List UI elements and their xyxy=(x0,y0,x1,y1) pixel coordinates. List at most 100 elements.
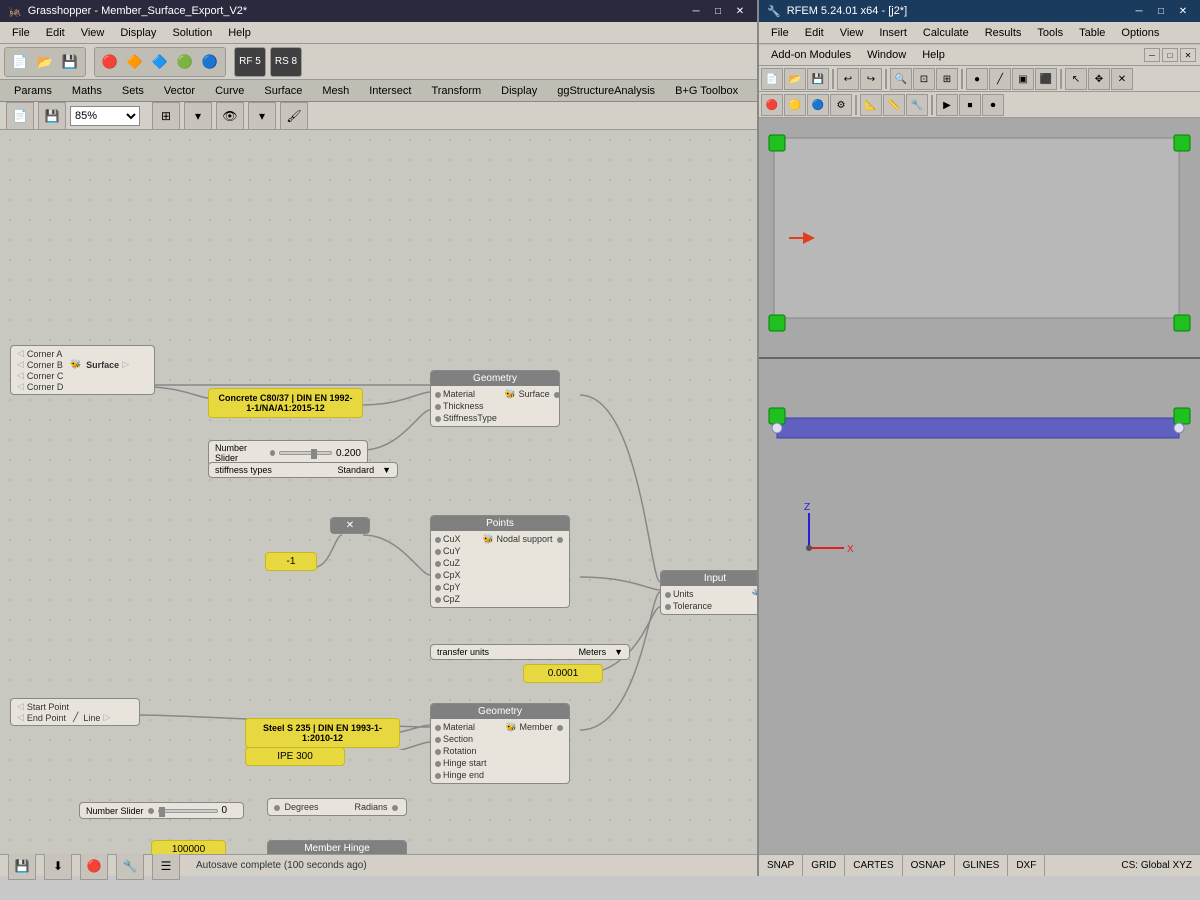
tab-maths[interactable]: Maths xyxy=(62,83,112,99)
paint-btn[interactable]: 🖌 xyxy=(280,102,308,130)
rfem-tb-fit[interactable]: ⊡ xyxy=(913,68,935,90)
rfem-addon-menu[interactable]: Add-on Modules xyxy=(763,47,859,63)
rfem-tb-node[interactable]: ● xyxy=(966,68,988,90)
neg-one-node[interactable]: -1 xyxy=(265,552,317,571)
new-btn[interactable]: 📄 xyxy=(8,50,32,74)
rfem-menu-results[interactable]: Results xyxy=(977,25,1030,41)
save-btn[interactable]: 💾 xyxy=(58,50,82,74)
rfem-tb2-4[interactable]: ⚙ xyxy=(830,94,852,116)
status-icon5[interactable]: ☰ xyxy=(152,852,180,880)
canvas-new-btn[interactable]: 📄 xyxy=(6,102,34,130)
status-icon2[interactable]: ⬇ xyxy=(44,852,72,880)
rfem-menu-options[interactable]: Options xyxy=(1113,25,1167,41)
rfem-tb2-10[interactable]: ⏺ xyxy=(982,94,1004,116)
canvas-save-btn[interactable]: 💾 xyxy=(38,102,66,130)
eye-dropdown-btn[interactable]: ▾ xyxy=(248,102,276,130)
concrete-material-node[interactable]: Concrete C80/37 | DIN EN 1992-1-1/NA/A1:… xyxy=(208,388,363,418)
stiffness-arrow[interactable]: ▼ xyxy=(382,465,391,475)
status-icon3[interactable]: 🔴 xyxy=(80,852,108,880)
nodal-support-node[interactable]: Points CuX CuY CuZ CpX CpY CpZ xyxy=(430,515,570,608)
geometry-member-node[interactable]: Geometry Material Section Rotation Hinge… xyxy=(430,703,570,784)
tab-intersect[interactable]: Intersect xyxy=(359,83,421,99)
tab-params[interactable]: Params xyxy=(4,83,62,99)
rfem-sub-restore[interactable]: □ xyxy=(1162,48,1178,62)
tb-icon5[interactable]: 🔵 xyxy=(198,50,222,74)
zoom-select[interactable]: 85% 100% 75% 50% xyxy=(70,106,140,126)
rfem-viewport[interactable]: Z X xyxy=(759,118,1200,854)
rfem-snap-btn[interactable]: SNAP xyxy=(759,855,803,876)
rfem-tb-zoom[interactable]: 🔍 xyxy=(890,68,912,90)
rfem-tb2-8[interactable]: ▶ xyxy=(936,94,958,116)
rfem-tb2-3[interactable]: 🔵 xyxy=(807,94,829,116)
open-btn[interactable]: 📂 xyxy=(33,50,57,74)
rfem-tb-3d[interactable]: ⊞ xyxy=(936,68,958,90)
rfem-glines-btn[interactable]: GLINES xyxy=(955,855,1009,876)
rfem-tb-line[interactable]: ╱ xyxy=(989,68,1011,90)
geometry-surface-node[interactable]: Geometry Material Thickness StiffnessTyp… xyxy=(430,370,560,427)
tb-icon4[interactable]: 🟢 xyxy=(173,50,197,74)
rfem-help-menu[interactable]: Help xyxy=(914,47,953,63)
snap-dropdown-btn[interactable]: ▾ xyxy=(184,102,212,130)
rfem-close-btn[interactable]: ✕ xyxy=(1174,3,1192,19)
rfem-tb2-6[interactable]: 📏 xyxy=(883,94,905,116)
rf5-btn[interactable]: RF 5 xyxy=(238,50,262,74)
rfem-dxf-btn[interactable]: DXF xyxy=(1008,855,1045,876)
rfem-tb-save[interactable]: 💾 xyxy=(807,68,829,90)
rfem-menu-tools[interactable]: Tools xyxy=(1029,25,1071,41)
ipe-node[interactable]: IPE 300 xyxy=(245,747,345,766)
rfem-menu-calc[interactable]: Calculate xyxy=(915,25,977,41)
rfem-menu-file[interactable]: File xyxy=(763,25,797,41)
member-hinge-node[interactable]: Member Hinge CuX CuY CuZ CpX CpY CpZ xyxy=(267,840,407,854)
rfem-tb2-7[interactable]: 🔧 xyxy=(906,94,928,116)
rfem-tb-delete[interactable]: ✕ xyxy=(1111,68,1133,90)
rfem-menu-insert[interactable]: Insert xyxy=(871,25,915,41)
stiffness-types-node[interactable]: stiffness types Standard ▼ xyxy=(208,462,398,478)
rfem-cartes-btn[interactable]: CARTES xyxy=(845,855,902,876)
rfem-window-menu[interactable]: Window xyxy=(859,47,914,63)
tab-bg[interactable]: B+G Toolbox xyxy=(665,83,748,99)
rfem-tb-surface[interactable]: ▣ xyxy=(1012,68,1034,90)
gh-close-btn[interactable]: ✕ xyxy=(731,3,749,19)
status-icon1[interactable]: 💾 xyxy=(8,852,36,880)
slider2-track[interactable] xyxy=(158,809,218,813)
tab-gg[interactable]: ggStructureAnalysis xyxy=(547,83,665,99)
rfem-tb-solid[interactable]: ⬛ xyxy=(1035,68,1057,90)
rfem-tb-redo[interactable]: ↪ xyxy=(860,68,882,90)
rfem-maximize-btn[interactable]: □ xyxy=(1152,3,1170,19)
rfem-osnap-btn[interactable]: OSNAP xyxy=(903,855,955,876)
tb-icon3[interactable]: 🔷 xyxy=(148,50,172,74)
corner-node[interactable]: ◁ Corner A ◁ Corner B 🐝 Surface ▷ ◁ Corn… xyxy=(10,345,155,395)
xmark-node[interactable]: ✕ xyxy=(330,517,370,534)
rfem-tb-new[interactable]: 📄 xyxy=(761,68,783,90)
slider1-track[interactable] xyxy=(279,451,332,455)
rfem-tb-open[interactable]: 📂 xyxy=(784,68,806,90)
steel-material-node[interactable]: Steel S 235 | DIN EN 1993-1-1:2010-12 xyxy=(245,718,400,748)
line-node[interactable]: ◁ Start Point ◁ End Point ╱ Line ▷ xyxy=(10,698,140,726)
rfem-tb2-2[interactable]: 🟡 xyxy=(784,94,806,116)
gh-maximize-btn[interactable]: □ xyxy=(709,3,727,19)
tab-curve[interactable]: Curve xyxy=(205,83,254,99)
input-node[interactable]: Input Units Tolerance 🔧 xyxy=(660,570,757,615)
menu-edit[interactable]: Edit xyxy=(38,25,73,41)
menu-display[interactable]: Display xyxy=(112,25,164,41)
tab-puffe[interactable]: Puffe xyxy=(748,83,757,99)
tb-icon2[interactable]: 🔶 xyxy=(123,50,147,74)
tb-icon1[interactable]: 🔴 xyxy=(98,50,122,74)
eye-btn[interactable]: 👁 xyxy=(216,102,244,130)
rs8-btn[interactable]: RS 8 xyxy=(274,50,298,74)
menu-view[interactable]: View xyxy=(73,25,113,41)
transfer-units-node[interactable]: transfer units Meters ▼ xyxy=(430,644,630,660)
rfem-tb-move[interactable]: ✥ xyxy=(1088,68,1110,90)
tab-vector[interactable]: Vector xyxy=(154,83,205,99)
value-100000-node[interactable]: 100000 xyxy=(151,840,226,854)
snap-btn[interactable]: ⊞ xyxy=(152,102,180,130)
rfem-tb-select[interactable]: ↖ xyxy=(1065,68,1087,90)
transfer-units-arrow[interactable]: ▼ xyxy=(614,647,623,657)
rfem-tb2-5[interactable]: 📐 xyxy=(860,94,882,116)
rfem-menu-table[interactable]: Table xyxy=(1071,25,1113,41)
rfem-tb2-1[interactable]: 🔴 xyxy=(761,94,783,116)
rfem-sub-close[interactable]: ✕ xyxy=(1180,48,1196,62)
canvas[interactable]: ◁ Corner A ◁ Corner B 🐝 Surface ▷ ◁ Corn… xyxy=(0,130,757,854)
rfem-grid-btn[interactable]: GRID xyxy=(803,855,845,876)
menu-help[interactable]: Help xyxy=(220,25,259,41)
